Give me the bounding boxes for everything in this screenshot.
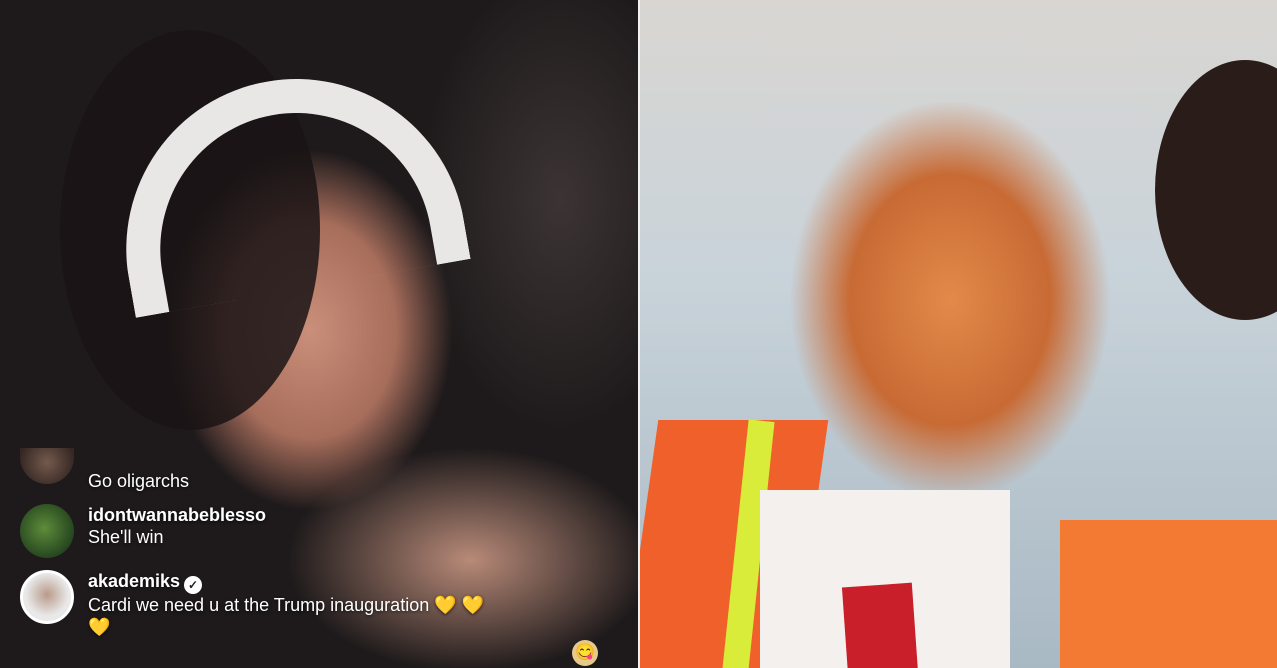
comment-message: She'll win: [88, 527, 164, 547]
heart-emoji-icon: 💛: [88, 617, 111, 637]
safety-vest-shape: [1060, 520, 1277, 668]
comment-username[interactable]: [88, 448, 189, 470]
comment-row: idontwannabeblesso She'll win: [20, 504, 620, 558]
verified-badge-icon: ✓: [184, 576, 203, 594]
user-avatar[interactable]: [20, 570, 74, 624]
user-avatar[interactable]: [20, 504, 74, 558]
comment-message: Go oligarchs: [88, 471, 190, 491]
comment-username-row: akademiks ✓: [88, 570, 484, 594]
live-comments-overlay: Go oligarchs idontwannabeblesso She'll w…: [20, 448, 620, 650]
hat-shape: [1155, 60, 1277, 320]
comment-message: Cardi we need u at the Trump inauguratio…: [88, 595, 485, 637]
livestream-panel: Go oligarchs idontwannabeblesso She'll w…: [0, 0, 638, 668]
reaction-emoji-icon[interactable]: 😋: [572, 640, 598, 666]
photo-panel: [640, 0, 1277, 668]
comment-row: akademiks ✓ Cardi we need u at the Trump …: [20, 570, 620, 638]
heart-emoji-icon: 💛 💛: [434, 595, 485, 615]
comment-username[interactable]: akademiks: [88, 571, 180, 591]
comment-username[interactable]: idontwannabeblesso: [88, 504, 266, 526]
user-avatar[interactable]: [20, 448, 74, 484]
tie-shape: [841, 582, 919, 668]
comment-row: Go oligarchs: [20, 448, 620, 492]
